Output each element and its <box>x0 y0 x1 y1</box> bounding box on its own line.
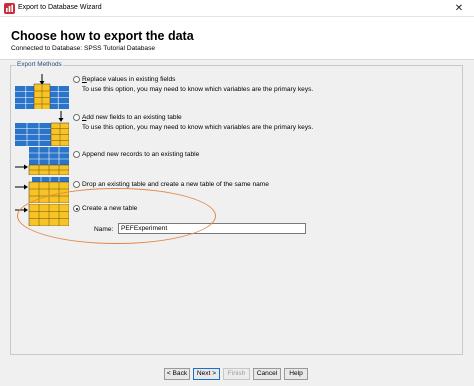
back-button[interactable]: < Back <box>164 368 190 380</box>
group-label: Export Methods <box>16 61 63 68</box>
option-label-create-table: Create a new table <box>82 205 138 212</box>
table-name-input[interactable] <box>118 223 306 234</box>
option-label-append-records: Append new records to an existing table <box>82 151 200 158</box>
help-button[interactable]: Help <box>284 368 308 380</box>
name-label: Name: <box>94 226 114 233</box>
create-table-icon <box>15 204 69 226</box>
append-records-icon <box>15 147 69 175</box>
page-title: Choose how to export the data <box>11 29 194 43</box>
finish-button: Finish <box>223 368 250 380</box>
next-button[interactable]: Next > <box>193 368 220 380</box>
add-fields-icon <box>15 111 69 146</box>
spss-app-icon <box>4 3 15 14</box>
replace-values-icon <box>15 74 69 109</box>
drop-table-icon <box>15 177 69 203</box>
wizard-header: Choose how to export the data <box>0 17 474 59</box>
close-icon: ✕ <box>454 3 464 14</box>
option-label-add-fields: Add new fields to an existing table <box>82 114 182 121</box>
radio-drop-table[interactable] <box>73 181 80 188</box>
window-title: Export to Database Wizard <box>18 4 102 11</box>
radio-add-fields[interactable] <box>73 114 80 121</box>
title-bar: Export to Database Wizard ✕ <box>0 0 474 17</box>
radio-replace-values[interactable] <box>73 76 80 83</box>
option-label-drop-table: Drop an existing table and create a new … <box>82 181 269 188</box>
option-label-replace-values: Replace values in existing fields <box>82 76 176 83</box>
radio-append-records[interactable] <box>73 151 80 158</box>
connection-status: Connected to Database: SPSS Tutorial Dat… <box>11 45 156 52</box>
option-desc-replace-values: To use this option, you may need to know… <box>82 86 314 93</box>
radio-create-table[interactable] <box>73 205 80 212</box>
close-button[interactable]: ✕ <box>444 0 474 17</box>
option-desc-add-fields: To use this option, you may need to know… <box>82 124 314 131</box>
cancel-button[interactable]: Cancel <box>253 368 281 380</box>
